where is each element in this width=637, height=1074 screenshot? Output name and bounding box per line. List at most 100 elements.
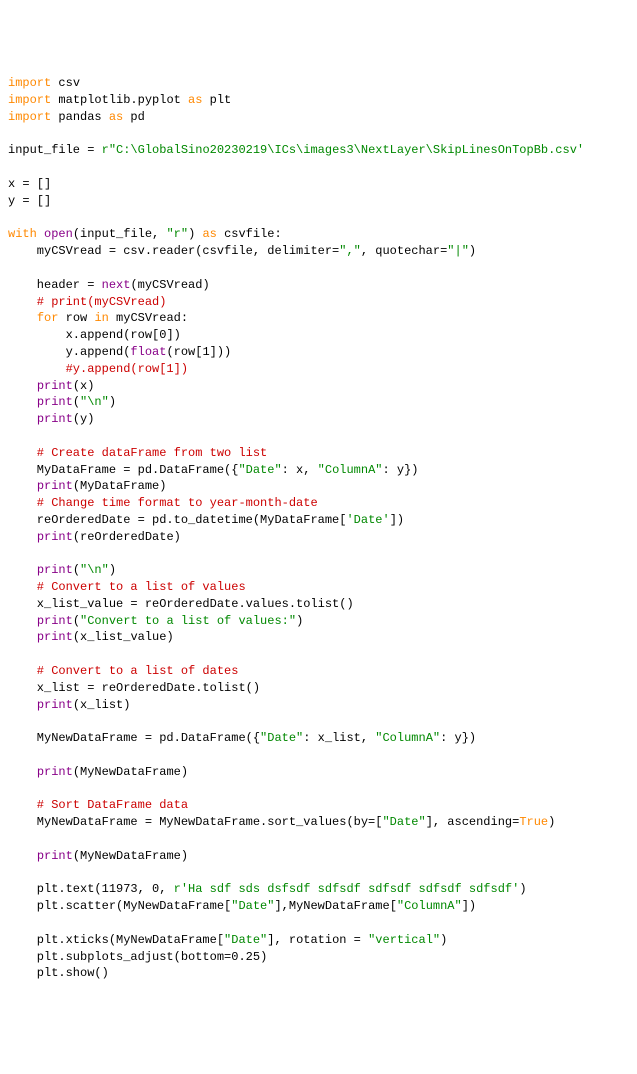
token-ident (8, 765, 37, 779)
token-ident: plt.subplots_adjust(bottom= (8, 950, 231, 964)
token-ident: ( (73, 395, 80, 409)
token-ident: x = [] (8, 177, 51, 191)
token-builtin: print (37, 412, 73, 426)
token-ident: : y}) (440, 731, 476, 745)
token-str: "vertical" (368, 933, 440, 947)
token-str: r'Ha sdf sds dsfsdf sdfsdf sdfsdf sdfsdf… (174, 882, 520, 896)
token-builtin: print (37, 563, 73, 577)
token-kw: with (8, 227, 37, 241)
token-str: "r" (166, 227, 188, 241)
token-str: "|" (447, 244, 469, 258)
token-str: r"C:\GlobalSino20230219\ICs\images3\Next… (102, 143, 584, 157)
token-ident: ( (73, 614, 80, 628)
token-kw: for (37, 311, 59, 325)
token-ident: ) (548, 815, 555, 829)
token-ident: (row[ (166, 345, 202, 359)
token-builtin: float (130, 345, 166, 359)
token-str: "Date" (382, 815, 425, 829)
token-ident: ) (109, 395, 116, 409)
token-builtin: print (37, 698, 73, 712)
token-ident: : x_list, (303, 731, 375, 745)
token-kw: import (8, 110, 51, 124)
token-ident: plt.show() (8, 966, 109, 980)
token-ident: 1 (202, 345, 209, 359)
token-ident: : y}) (382, 463, 418, 477)
token-ident: csvfile: (217, 227, 282, 241)
token-ident: ) (296, 614, 303, 628)
token-ident: MyDataFrame = pd.DataFrame({ (8, 463, 238, 477)
token-str: "ColumnA" (318, 463, 383, 477)
token-str: "Date" (238, 463, 281, 477)
token-str: 'Date' (346, 513, 389, 527)
token-ident (8, 614, 37, 628)
token-str: "Date" (231, 899, 274, 913)
token-comment: # Sort DataFrame data (8, 798, 188, 812)
token-ident: , (159, 882, 173, 896)
token-ident: row (58, 311, 94, 325)
token-comment: # print(myCSVread) (8, 295, 166, 309)
token-ident: 11973 (102, 882, 138, 896)
token-ident: ) (260, 950, 267, 964)
token-ident: ) (188, 227, 202, 241)
token-ident: y.append( (8, 345, 130, 359)
token-builtin: print (37, 530, 73, 544)
token-ident: (input_file, (73, 227, 167, 241)
token-ident: plt.scatter(MyNewDataFrame[ (8, 899, 231, 913)
token-builtin: print (37, 765, 73, 779)
token-ident: input_file = (8, 143, 102, 157)
token-ident (8, 311, 37, 325)
token-kw: as (109, 110, 123, 124)
token-ident: x_list_value = reOrderedDate.values.toli… (8, 597, 354, 611)
token-builtin: print (37, 379, 73, 393)
token-ident: plt (202, 93, 231, 107)
token-ident: y = [] (8, 194, 51, 208)
token-ident: ) (519, 882, 526, 896)
token-ident: csv (51, 76, 80, 90)
token-str: "ColumnA" (397, 899, 462, 913)
token-ident: ])) (210, 345, 232, 359)
token-ident (8, 698, 37, 712)
token-ident: (x_list_value) (73, 630, 174, 644)
token-comment: # Convert to a list of values (8, 580, 246, 594)
token-str: "\n" (80, 395, 109, 409)
token-str: "\n" (80, 563, 109, 577)
token-str: "Convert to a list of values:" (80, 614, 296, 628)
token-ident: myCSVread = csv.reader(csvfile, delimite… (8, 244, 339, 258)
token-ident: (myCSVread) (130, 278, 209, 292)
token-comment: # Convert to a list of dates (8, 664, 238, 678)
token-ident: x_list = reOrderedDate.tolist() (8, 681, 260, 695)
token-ident: myCSVread: (109, 311, 188, 325)
token-kw: as (188, 93, 202, 107)
token-ident: plt.text( (8, 882, 102, 896)
token-ident: 0.25 (231, 950, 260, 964)
token-ident: pd (123, 110, 145, 124)
token-comment: # Change time format to year-month-date (8, 496, 318, 510)
token-ident: plt.xticks(MyNewDataFrame[ (8, 933, 224, 947)
token-ident: ], ascending= (426, 815, 520, 829)
token-ident: , (138, 882, 152, 896)
token-ident: ]) (390, 513, 404, 527)
token-ident: (MyDataFrame) (73, 479, 167, 493)
token-ident: , quotechar= (361, 244, 447, 258)
token-comment: #y.append(row[1]) (8, 362, 188, 376)
token-ident (37, 227, 44, 241)
token-ident: 0 (152, 882, 159, 896)
token-ident: reOrderedDate = pd.to_datetime(MyDataFra… (8, 513, 346, 527)
token-builtin: print (37, 630, 73, 644)
token-kw: in (94, 311, 108, 325)
token-ident: (x) (73, 379, 95, 393)
token-ident: ( (73, 563, 80, 577)
token-ident: pandas (51, 110, 109, 124)
token-ident (8, 563, 37, 577)
token-ident: header = (8, 278, 102, 292)
token-builtin: open (44, 227, 73, 241)
token-ident: (reOrderedDate) (73, 530, 181, 544)
token-ident: ]) (166, 328, 180, 342)
token-str: "Date" (260, 731, 303, 745)
token-builtin: print (37, 849, 73, 863)
token-ident: ) (469, 244, 476, 258)
token-kw: import (8, 76, 51, 90)
token-ident: ]) (462, 899, 476, 913)
token-ident: ], rotation = (267, 933, 368, 947)
token-ident (8, 630, 37, 644)
